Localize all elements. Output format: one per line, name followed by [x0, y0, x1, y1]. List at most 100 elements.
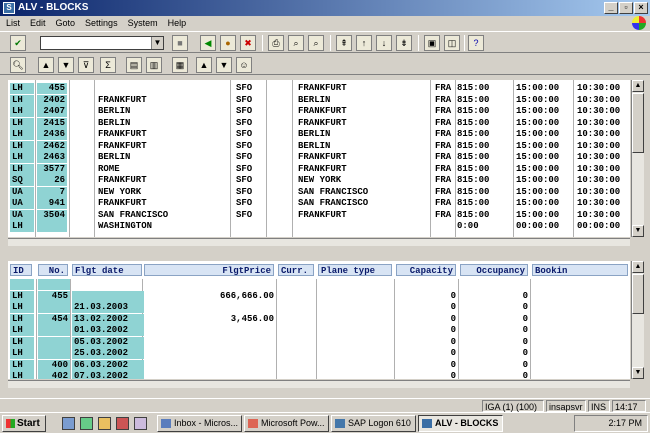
details-icon[interactable]: 🔍︎	[10, 57, 26, 73]
start-button[interactable]: Start	[2, 415, 46, 432]
table-cell: SFO	[236, 209, 253, 220]
header-currency[interactable]: Curr.	[278, 264, 314, 276]
table-row[interactable]	[8, 279, 630, 290]
table-row[interactable]: LH 454 13.02.2002 3,456.00 0 0	[8, 313, 630, 325]
user-icon[interactable]: ☺	[236, 57, 252, 73]
sort-descending-icon[interactable]: ▼	[58, 57, 74, 73]
cancel-icon[interactable]: ✖	[240, 35, 256, 51]
header-capacity[interactable]: Capacity	[396, 264, 456, 276]
print-icon[interactable]: ⎙	[268, 35, 284, 51]
table-cell	[318, 337, 394, 348]
table-row[interactable]: LH 455 666,666.00 0 0	[8, 290, 630, 302]
last-page-icon[interactable]: ⇟	[396, 35, 412, 51]
task-inbox[interactable]: Inbox - Micros...	[157, 415, 242, 432]
menu-system[interactable]: System	[128, 18, 158, 28]
grid1-horizontal-scrollbar[interactable]	[8, 238, 630, 246]
quicklaunch-icon[interactable]	[134, 417, 147, 430]
chevron-down-icon[interactable]: ▼	[151, 37, 163, 49]
first-page-icon[interactable]: ⇞	[336, 35, 352, 51]
previous-page-icon[interactable]: ↑	[356, 35, 372, 51]
table-row[interactable]: LH 25.03.2002 0 0	[8, 348, 630, 359]
menu-goto[interactable]: Goto	[56, 18, 76, 28]
next-page-icon[interactable]: ↓	[376, 35, 392, 51]
filter-icon[interactable]: ⊽	[78, 57, 94, 73]
header-id[interactable]: ID	[10, 264, 32, 276]
task-powerpoint[interactable]: Microsoft Pow...	[244, 415, 329, 432]
title-bar: S ALV - BLOCKS _ ▫ ×	[0, 0, 650, 16]
table-row[interactable]: UA 3504 SAN FRANCISCO SFO FRANKFURT FRA 815:00…	[8, 209, 630, 221]
scroll-down-icon[interactable]: ▼	[216, 57, 232, 73]
header-bookings[interactable]: Bookin	[532, 264, 628, 276]
find-next-icon[interactable]: ⌕	[308, 35, 324, 51]
table-cell	[37, 221, 67, 232]
table-cell: SFO	[236, 140, 253, 151]
help-icon[interactable]: ?	[468, 35, 484, 51]
window-title: ALV - BLOCKS	[18, 2, 89, 13]
quicklaunch-icon[interactable]	[98, 417, 111, 430]
header-no[interactable]: No.	[38, 264, 68, 276]
quicklaunch-icon[interactable]	[62, 417, 75, 430]
find-icon[interactable]: ⌕	[288, 35, 304, 51]
shortcut-icon[interactable]: ◫	[444, 35, 460, 51]
table-cell: 0	[522, 313, 528, 324]
minimize-button[interactable]: _	[604, 2, 618, 14]
create-session-icon[interactable]: ▣	[424, 35, 440, 51]
menu-help[interactable]: Help	[168, 18, 187, 28]
table-row[interactable]: LH 2463 BERLIN SFO FRANKFURT FRA 815:00 15:00:0…	[8, 152, 630, 163]
quicklaunch-icon[interactable]	[116, 417, 129, 430]
menu-settings[interactable]: Settings	[85, 18, 118, 28]
print-preview-icon[interactable]: ▤	[126, 57, 142, 73]
scroll-down-arrow-icon[interactable]: ▼	[632, 367, 644, 379]
scroll-up-arrow-icon[interactable]: ▲	[632, 80, 644, 92]
table-row[interactable]: LH WASHINGTON 0:00 00:00:00 00:00:00	[8, 221, 630, 232]
command-input[interactable]	[41, 37, 149, 49]
table-row[interactable]: LH 3577 ROME SFO FRANKFURT FRA 815:00 15:00:00 1…	[8, 163, 630, 175]
scroll-thumb[interactable]	[632, 274, 644, 314]
table-cell	[296, 221, 426, 232]
grid1-vertical-scrollbar[interactable]: ▲ ▼	[631, 80, 644, 237]
table-row[interactable]: SQ 26 FRANKFURT SFO NEW YORK FRA 815:00 15:00:0…	[8, 175, 630, 186]
table-row[interactable]: LH 2402 FRANKFURT SFO BERLIN FRA 815:00 15:00:0…	[8, 94, 630, 106]
table-row[interactable]: LH 455 SFO FRANKFURT FRA 815:00 15:00:00 10:30:…	[8, 83, 630, 94]
table-row[interactable]: UA 7 NEW YORK SFO SAN FRANCISCO FRA 815:00 15:0…	[8, 186, 630, 198]
menu-edit[interactable]: Edit	[30, 18, 46, 28]
table-cell: 815:00	[457, 163, 490, 174]
header-occupancy[interactable]: Occupancy	[460, 264, 528, 276]
table-row[interactable]: LH 05.03.2002 0 0	[8, 336, 630, 348]
sort-ascending-icon[interactable]: ▲	[38, 57, 54, 73]
enter-icon[interactable]: ✔	[10, 35, 26, 51]
windows-taskbar: Start Inbox - Micros... Microsoft Pow...…	[0, 412, 650, 433]
grid2-vertical-scrollbar[interactable]: ▲ ▼	[631, 261, 644, 379]
table-row[interactable]: LH 402 07.03.2002 0 0	[8, 371, 630, 379]
command-field[interactable]: ▼	[40, 36, 164, 50]
quicklaunch-icon[interactable]	[80, 417, 93, 430]
export-icon[interactable]: ▥	[146, 57, 162, 73]
table-cell: UA	[10, 209, 34, 221]
header-flight-date[interactable]: Flgt date	[72, 264, 142, 276]
task-sap-logon[interactable]: SAP Logon 610	[331, 415, 416, 432]
layout-icon[interactable]: ▦	[172, 57, 188, 73]
restore-button[interactable]: ▫	[619, 2, 633, 14]
total-icon[interactable]: Σ	[100, 57, 116, 73]
save-icon[interactable]: ■	[172, 35, 188, 51]
scroll-up-arrow-icon[interactable]: ▲	[632, 261, 644, 273]
scroll-down-arrow-icon[interactable]: ▼	[632, 225, 644, 237]
grid2-horizontal-scrollbar[interactable]	[8, 380, 630, 388]
scroll-up-icon[interactable]: ▲	[196, 57, 212, 73]
menu-list[interactable]: List	[6, 18, 20, 28]
close-button[interactable]: ×	[634, 2, 648, 14]
exit-icon[interactable]: ●	[220, 35, 236, 51]
table-row[interactable]: LH 01.03.2002 0 0	[8, 325, 630, 336]
table-row[interactable]: LH 2407 BERLIN SFO FRANKFURT FRA 815:00 15:00:0…	[8, 106, 630, 117]
back-icon[interactable]: ◀	[200, 35, 216, 51]
table-row[interactable]: LH 2415 BERLIN SFO FRANKFURT FRA 815:00 15:00:0…	[8, 117, 630, 129]
table-row[interactable]: UA 941 FRANKFURT SFO SAN FRANCISCO FRA 815:00 1…	[8, 198, 630, 209]
header-price[interactable]: FlgtPrice	[144, 264, 274, 276]
table-row[interactable]: LH 21.03.2003 0 0	[8, 302, 630, 313]
scroll-thumb[interactable]	[632, 93, 644, 153]
table-row[interactable]: LH 2436 FRANKFURT SFO BERLIN FRA 815:00 15:00:0…	[8, 129, 630, 140]
task-alv-blocks[interactable]: ALV - BLOCKS	[418, 415, 503, 432]
header-plane-type[interactable]: Plane type	[318, 264, 392, 276]
table-row[interactable]: LH 400 06.03.2002 0 0	[8, 359, 630, 371]
table-row[interactable]: LH 2462 FRANKFURT SFO BERLIN FRA 815:00 15:00:0…	[8, 140, 630, 152]
